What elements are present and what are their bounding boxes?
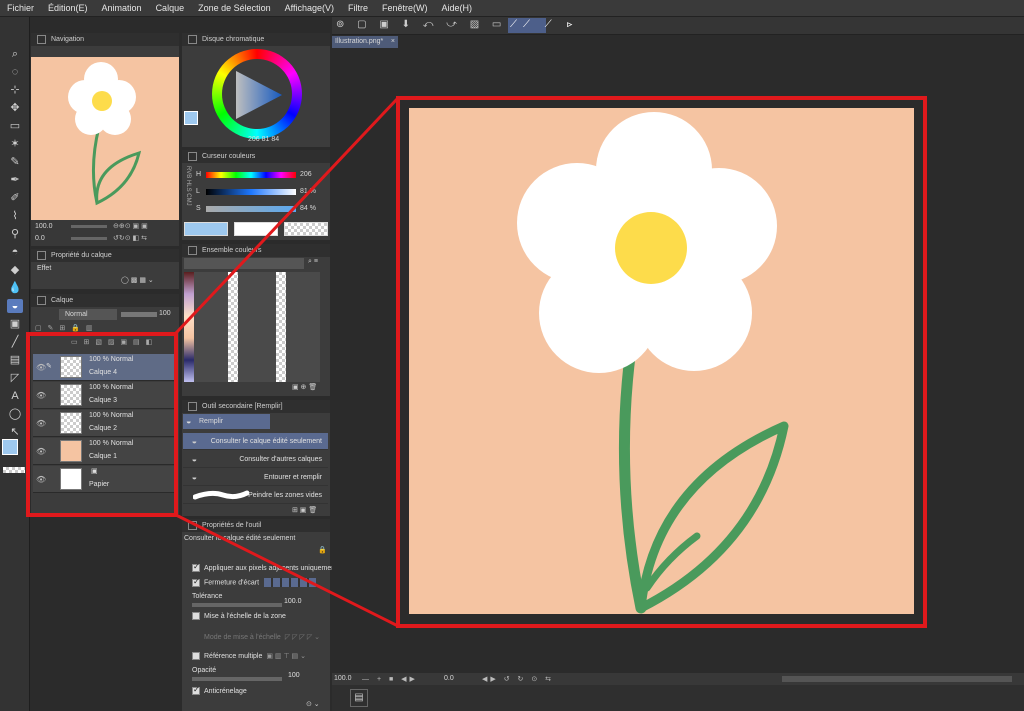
horizontal-scrollbar[interactable] — [782, 676, 1012, 682]
status-bar: 100.0 — + ■ ◀▶ 0.0 ◀▶ ↺ ↻ ⊙ ⇆ — [332, 673, 1024, 685]
rotate-buttons-icon[interactable]: ◀▶ ↺ ↻ ⊙ ⇆ — [482, 675, 554, 683]
status-zoom[interactable]: 100.0 — [334, 675, 352, 682]
panel-toggle-icon[interactable]: ▤ — [350, 689, 368, 707]
zoom-buttons-icon[interactable]: — + ■ ◀▶ — [362, 675, 418, 683]
layer-highlight-frame — [26, 332, 178, 517]
artwork-canvas[interactable] — [409, 108, 914, 614]
timeline-bar: ▤ — [332, 685, 1024, 711]
status-angle[interactable]: 0.0 — [444, 675, 454, 682]
